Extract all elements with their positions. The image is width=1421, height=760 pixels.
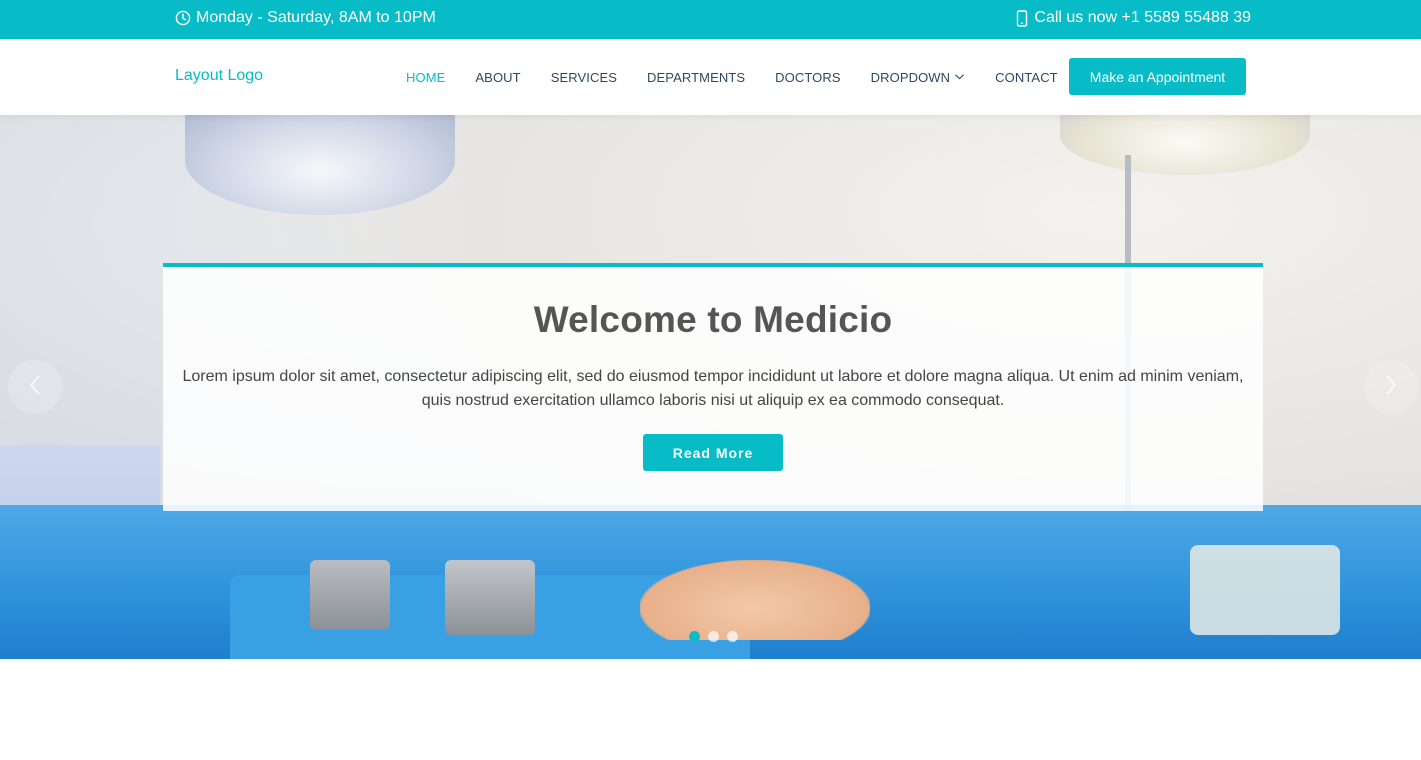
carousel-indicators xyxy=(689,631,738,642)
hero-title: Welcome to Medicio xyxy=(533,299,893,340)
top-info-bar: Monday - Saturday, 8AM to 10PM Call us n… xyxy=(0,0,1421,39)
carousel-next-button[interactable] xyxy=(1364,360,1418,414)
nav-item-departments[interactable]: DEPARTMENTS xyxy=(632,70,760,85)
hero-image-patient xyxy=(640,560,870,640)
nav-item-home[interactable]: HOME xyxy=(391,70,460,85)
site-header: Layout Logo HOME ABOUT SERVICES DEPARTME… xyxy=(0,39,1421,115)
chevron-down-icon xyxy=(954,70,965,85)
nav-item-doctors[interactable]: DOCTORS xyxy=(760,70,855,85)
carousel-indicator-2[interactable] xyxy=(708,631,719,642)
hero-description: Lorem ipsum dolor sit amet, consectetur … xyxy=(182,368,1244,409)
phone-text[interactable]: Call us now +1 5589 55488 39 xyxy=(1034,9,1251,27)
read-more-button[interactable]: Read More xyxy=(643,434,783,471)
hero-image-surgical-lamp-right xyxy=(1060,115,1310,175)
nav-item-services[interactable]: SERVICES xyxy=(536,70,632,85)
opening-hours: Monday - Saturday, 8AM to 10PM xyxy=(175,9,436,27)
phone-info: Call us now +1 5589 55488 39 xyxy=(1016,9,1251,27)
clock-icon xyxy=(175,10,191,26)
welcome-card: Welcome to Medicio Lorem ipsum dolor sit… xyxy=(163,263,1263,511)
make-appointment-button[interactable]: Make an Appointment xyxy=(1069,58,1246,95)
nav-item-about[interactable]: ABOUT xyxy=(460,70,535,85)
nav-item-contact[interactable]: CONTACT xyxy=(980,70,1073,85)
hero-image-surgical-lamp xyxy=(185,115,455,215)
hero-image-steel-bowl-2 xyxy=(445,560,535,635)
carousel-prev-button[interactable] xyxy=(8,360,62,414)
nav-item-dropdown-label: DROPDOWN xyxy=(870,69,951,85)
chevron-left-icon xyxy=(28,373,42,402)
phone-icon xyxy=(1016,9,1028,27)
hero-image-equipment-right xyxy=(1190,545,1340,635)
nav-item-dropdown[interactable]: DROPDOWN xyxy=(856,70,981,85)
carousel-indicator-3[interactable] xyxy=(727,631,738,642)
hero-image-steel-bowl xyxy=(310,560,390,630)
opening-hours-text: Monday - Saturday, 8AM to 10PM xyxy=(196,9,436,26)
carousel-indicator-1[interactable] xyxy=(689,631,700,642)
site-logo[interactable]: Layout Logo xyxy=(175,67,263,85)
main-navigation: HOME ABOUT SERVICES DEPARTMENTS DOCTORS … xyxy=(391,39,1073,115)
chevron-right-icon xyxy=(1384,373,1398,402)
